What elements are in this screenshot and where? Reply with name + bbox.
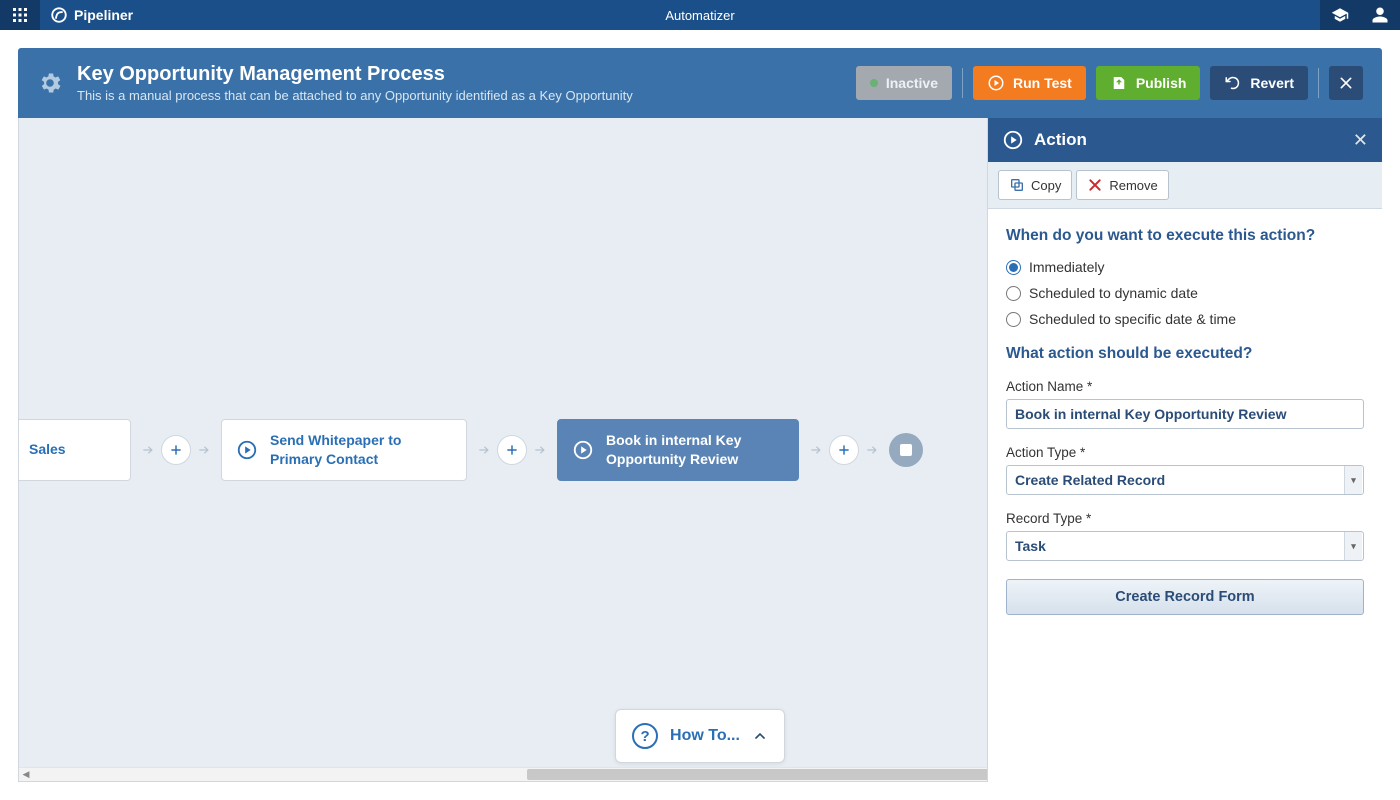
status-label: Inactive: [886, 75, 938, 91]
flow-node-sales[interactable]: Sales: [19, 419, 131, 481]
panel-toolbar: Copy Remove: [988, 162, 1382, 209]
run-test-button[interactable]: Run Test: [973, 66, 1086, 100]
apps-menu-button[interactable]: [0, 0, 40, 30]
how-to-button[interactable]: ? How To...: [615, 709, 785, 763]
process-title: Key Opportunity Management Process: [77, 63, 633, 86]
panel-header: Action ✕: [988, 118, 1382, 162]
user-icon: [1371, 6, 1389, 24]
process-subtitle: This is a manual process that can be att…: [77, 88, 633, 103]
copy-button[interactable]: Copy: [998, 170, 1072, 200]
divider: [962, 68, 963, 98]
revert-icon: [1224, 74, 1242, 92]
apps-grid-icon: [12, 7, 28, 23]
action-name-label: Action Name *: [1006, 379, 1364, 394]
brand[interactable]: Pipeliner: [40, 6, 143, 24]
brand-logo-icon: [50, 6, 68, 24]
revert-button[interactable]: Revert: [1210, 66, 1308, 100]
arrow-icon: [197, 443, 211, 457]
action-name-input[interactable]: [1006, 399, 1364, 429]
chevron-up-icon: [752, 728, 768, 744]
plus-icon: [505, 443, 519, 457]
brand-name: Pipeliner: [74, 7, 133, 23]
plus-icon: [169, 443, 183, 457]
radio-specific-date-input[interactable]: [1006, 312, 1021, 327]
flow-node-whitepaper[interactable]: Send Whitepaper to Primary Contact: [221, 419, 467, 481]
plus-icon: [837, 443, 851, 457]
top-bar: Pipeliner Automatizer: [0, 0, 1400, 30]
copy-icon: [1009, 177, 1025, 193]
radio-immediately-input[interactable]: [1006, 260, 1021, 275]
play-circle-icon: [1002, 129, 1024, 151]
action-type-select[interactable]: Create Related Record ▾: [1006, 465, 1364, 495]
panel-title: Action: [1034, 130, 1087, 150]
close-icon: [1338, 75, 1354, 91]
arrow-icon: [865, 443, 879, 457]
chevron-down-icon: ▾: [1344, 532, 1362, 560]
gear-icon: [37, 70, 63, 96]
divider: [1318, 68, 1319, 98]
panel-close-button[interactable]: ✕: [1353, 130, 1368, 151]
stop-icon: [900, 444, 912, 456]
action-execute-heading: What action should be executed?: [1006, 345, 1364, 363]
topbar-title: Automatizer: [665, 8, 734, 23]
add-step-button[interactable]: [829, 435, 859, 465]
profile-button[interactable]: [1360, 0, 1400, 30]
flow-node-book-review[interactable]: Book in internal Key Opportunity Review: [557, 419, 799, 481]
flow-end-node[interactable]: [889, 433, 923, 467]
arrow-icon: [533, 443, 547, 457]
radio-specific-date[interactable]: Scheduled to specific date & time: [1006, 311, 1364, 327]
execute-when-heading: When do you want to execute this action?: [1006, 227, 1364, 245]
scroll-left-arrow[interactable]: ◀: [19, 769, 33, 780]
question-circle-icon: ?: [632, 723, 658, 749]
play-circle-icon: [236, 439, 258, 461]
chevron-down-icon: ▾: [1344, 466, 1362, 494]
radio-immediately[interactable]: Immediately: [1006, 259, 1364, 275]
add-step-button[interactable]: [497, 435, 527, 465]
radio-dynamic-date-input[interactable]: [1006, 286, 1021, 301]
editor-header: Key Opportunity Management Process This …: [18, 48, 1382, 118]
graduation-cap-icon: [1331, 6, 1349, 24]
arrow-icon: [477, 443, 491, 457]
arrow-icon: [141, 443, 155, 457]
play-circle-icon: [987, 74, 1005, 92]
play-circle-icon: [572, 439, 594, 461]
close-editor-button[interactable]: [1329, 66, 1363, 100]
publish-icon: [1110, 74, 1128, 92]
remove-icon: [1087, 177, 1103, 193]
remove-button[interactable]: Remove: [1076, 170, 1168, 200]
record-type-select[interactable]: Task ▾: [1006, 531, 1364, 561]
status-inactive-button[interactable]: Inactive: [856, 66, 952, 100]
status-dot-icon: [870, 79, 878, 87]
action-type-label: Action Type *: [1006, 445, 1364, 460]
add-step-button[interactable]: [161, 435, 191, 465]
publish-button[interactable]: Publish: [1096, 66, 1201, 100]
create-record-form-button[interactable]: Create Record Form: [1006, 579, 1364, 615]
record-type-label: Record Type *: [1006, 511, 1364, 526]
arrow-icon: [809, 443, 823, 457]
help-button[interactable]: [1320, 0, 1360, 30]
radio-dynamic-date[interactable]: Scheduled to dynamic date: [1006, 285, 1364, 301]
action-side-panel: Action ✕ Copy Remove When do you want to…: [987, 118, 1382, 782]
